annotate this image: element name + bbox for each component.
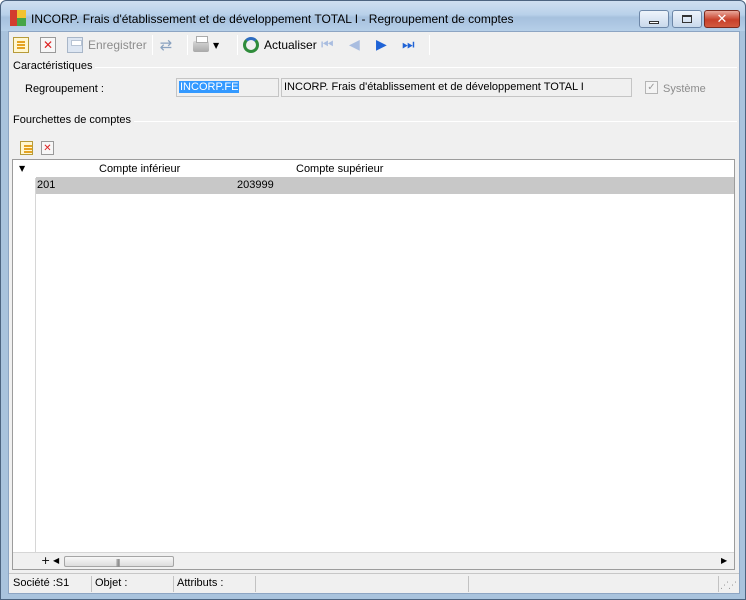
group-divider — [89, 67, 737, 68]
new-button[interactable] — [13, 35, 29, 55]
sync-icon: ⇄ — [159, 36, 173, 54]
delete-icon: ✕ — [40, 37, 56, 53]
toolbar-separator — [237, 35, 238, 55]
maximize-button[interactable] — [672, 10, 702, 28]
column-header-upper[interactable]: Compte supérieur — [296, 163, 383, 175]
checkmark-icon: ✓ — [647, 82, 656, 93]
row-selector-column — [13, 160, 36, 569]
new-document-icon — [13, 37, 29, 53]
grip-icon: ||| — [116, 558, 120, 567]
group-divider — [129, 121, 737, 122]
add-row-icon[interactable]: + — [41, 554, 50, 567]
next-record-button[interactable]: ▶ — [376, 35, 387, 55]
minimize-icon — [649, 20, 659, 24]
last-record-button[interactable]: ⏭ — [402, 35, 415, 55]
add-range-button[interactable] — [20, 138, 33, 158]
refresh-button[interactable]: Actualiser — [243, 35, 317, 55]
refresh-button-label: Actualiser — [264, 38, 317, 52]
grid-header: ▼ Compte inférieur Compte supérieur — [13, 160, 734, 178]
next-record-icon: ▶ — [376, 37, 387, 53]
scrollbar-thumb[interactable]: ||| — [64, 556, 174, 567]
first-record-button[interactable]: ⏮ — [321, 35, 334, 55]
window-client-area: ✕ Enregistrer ⇄ ▼ Actualiser ⏮ ◀ ▶ ⏭ Car… — [8, 31, 740, 594]
first-record-icon: ⏮ — [321, 37, 334, 53]
regroupement-description-value: INCORP. Frais d'établissement et de déve… — [284, 81, 584, 93]
current-row-indicator-icon: ▼ — [19, 164, 26, 173]
status-objet: Objet : — [92, 576, 174, 592]
table-row[interactable]: 201 203999 — [36, 177, 734, 194]
status-attributs: Attributs : — [174, 576, 256, 592]
toolbar-separator — [429, 35, 430, 55]
new-row-icon — [20, 141, 33, 155]
save-button[interactable]: Enregistrer — [67, 35, 147, 55]
save-icon — [67, 37, 83, 53]
save-button-label: Enregistrer — [88, 38, 147, 52]
close-button[interactable]: ✕ — [704, 10, 740, 28]
resize-grip-icon[interactable]: ⋰⋰ — [720, 580, 737, 591]
maximize-icon — [682, 15, 692, 23]
status-bar: Société :S1 Objet : Attributs : ⋰⋰ — [9, 573, 739, 593]
delete-row-icon: ✕ — [41, 141, 54, 155]
regroupement-code-value: INCORP.FE — [179, 81, 240, 93]
status-empty-cell — [256, 576, 469, 592]
toolbar-separator — [152, 35, 153, 55]
ranges-group-title: Fourchettes de comptes — [13, 114, 135, 126]
account-ranges-grid: ▼ Compte inférieur Compte supérieur 201 … — [12, 159, 735, 570]
refresh-icon — [243, 37, 259, 53]
close-icon: ✕ — [716, 11, 728, 27]
system-checkbox[interactable]: ✓ — [645, 81, 658, 94]
previous-record-button[interactable]: ◀ — [349, 35, 360, 55]
app-logo-icon — [10, 10, 26, 26]
toolbar: ✕ Enregistrer ⇄ ▼ Actualiser ⏮ ◀ ▶ ⏭ — [9, 32, 739, 58]
column-header-lower[interactable]: Compte inférieur — [99, 163, 180, 175]
toolbar-separator — [187, 35, 188, 55]
last-record-icon: ⏭ — [402, 37, 415, 53]
application-window: INCORP. Frais d'établissement et de déve… — [0, 0, 746, 600]
print-icon — [193, 36, 209, 52]
delete-range-button[interactable]: ✕ — [41, 138, 54, 158]
status-societe: Société :S1 — [10, 576, 92, 592]
grid-horizontal-scrollbar[interactable]: + ◀ ||| ▶ — [13, 552, 734, 569]
minimize-button[interactable] — [639, 10, 669, 28]
sync-button[interactable]: ⇄ — [158, 35, 174, 55]
window-title: INCORP. Frais d'établissement et de déve… — [31, 12, 514, 26]
characteristics-group-title: Caractéristiques — [13, 60, 96, 72]
print-button[interactable]: ▼ — [193, 35, 219, 55]
regroupement-description-field[interactable]: INCORP. Frais d'établissement et de déve… — [281, 78, 632, 97]
print-dropdown-arrow-icon[interactable]: ▼ — [213, 41, 219, 50]
cell-lower-account[interactable]: 201 — [37, 179, 55, 191]
regroupement-code-field[interactable]: INCORP.FE — [176, 78, 279, 97]
status-empty-cell — [469, 576, 719, 592]
system-checkbox-label: Système — [663, 83, 706, 95]
regroupement-label: Regroupement : — [25, 83, 104, 95]
title-bar[interactable]: INCORP. Frais d'établissement et de déve… — [1, 1, 745, 31]
delete-button[interactable]: ✕ — [40, 35, 56, 55]
scroll-left-icon[interactable]: ◀ — [53, 556, 59, 565]
cell-upper-account[interactable]: 203999 — [237, 179, 274, 191]
previous-record-icon: ◀ — [349, 37, 360, 53]
scroll-right-icon[interactable]: ▶ — [721, 556, 727, 565]
